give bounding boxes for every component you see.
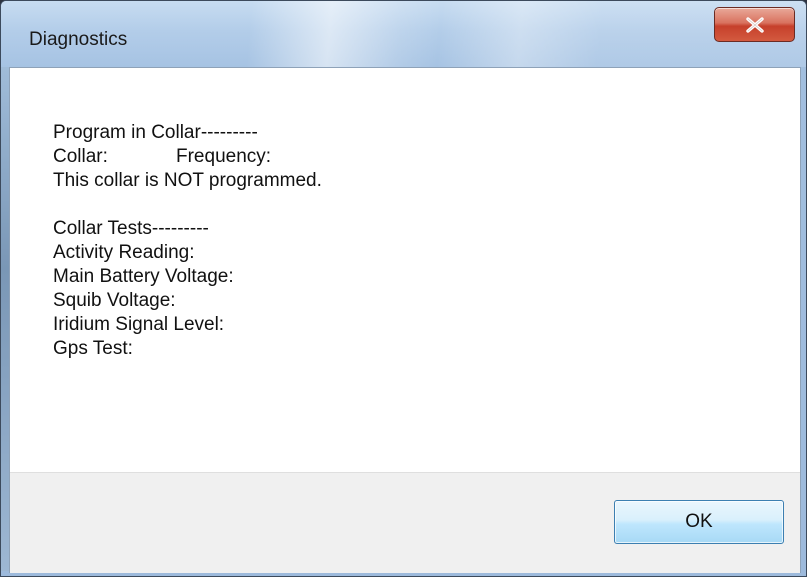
activity-reading-label: Activity Reading:	[53, 242, 195, 263]
squib-voltage-label: Squib Voltage:	[53, 290, 176, 311]
title-bar[interactable]: Diagnostics	[1, 1, 806, 67]
diagnostics-window: Diagnostics Program in Collar--------- C…	[0, 0, 807, 577]
tests-heading: Collar Tests---------	[53, 218, 209, 239]
button-bar: OK	[10, 472, 800, 573]
collar-label: Collar:	[53, 146, 108, 167]
collar-frequency-row: Collar: Frequency:	[53, 145, 322, 169]
diagnostics-text: Program in Collar--------- Collar: Frequ…	[53, 121, 322, 361]
window-frame-left	[1, 67, 9, 571]
dialog-client-area: Program in Collar--------- Collar: Frequ…	[9, 67, 801, 573]
program-heading: Program in Collar---------	[53, 122, 258, 143]
window-title: Diagnostics	[29, 29, 128, 50]
iridium-signal-level-label: Iridium Signal Level:	[53, 314, 225, 335]
close-button[interactable]	[714, 7, 795, 42]
gps-test-label: Gps Test:	[53, 338, 133, 359]
program-status: This collar is NOT programmed.	[53, 170, 322, 191]
main-battery-voltage-label: Main Battery Voltage:	[53, 266, 234, 287]
frequency-label: Frequency:	[176, 146, 272, 167]
close-icon	[746, 17, 764, 33]
ok-button[interactable]: OK	[614, 500, 784, 544]
